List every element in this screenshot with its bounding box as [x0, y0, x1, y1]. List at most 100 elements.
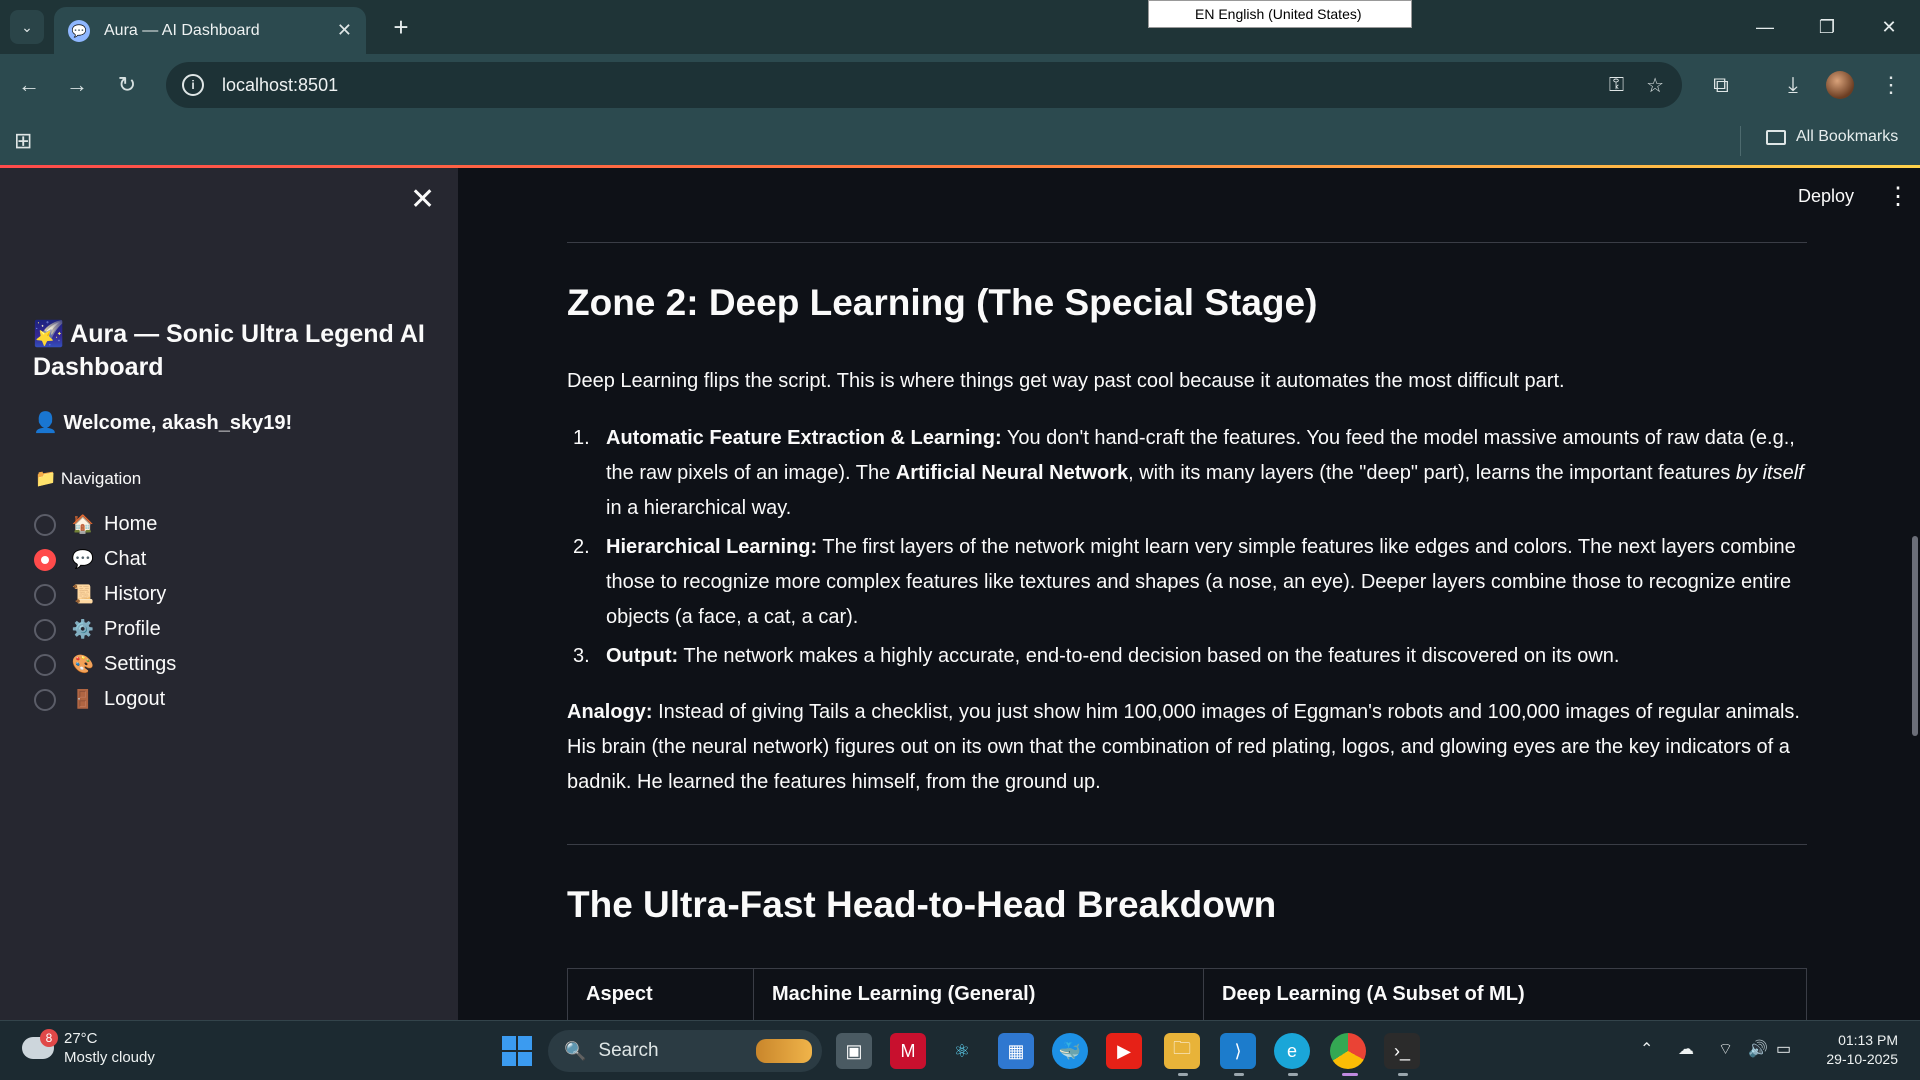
task-view-icon[interactable]: ▣ — [836, 1033, 872, 1069]
folder-icon — [1766, 129, 1786, 145]
show-hidden-icons-chevron-icon[interactable]: ⌃ — [1640, 1039, 1653, 1059]
volume-icon[interactable]: 🔊 — [1748, 1039, 1768, 1059]
analogy-text: Instead of giving Tails a checklist, you… — [567, 701, 1800, 793]
radio-button-selected[interactable] — [34, 548, 56, 571]
search-highlight-icon — [756, 1039, 812, 1063]
navigation-radio-group: 🏠 Home 💬 Chat 📜 History ⚙️ Profile 🎨 Set… — [34, 507, 176, 717]
all-bookmarks-button[interactable]: All Bookmarks — [1766, 128, 1898, 146]
table-header-cell: Machine Learning (General) — [753, 968, 1204, 1020]
password-key-icon[interactable]: ⚿ — [1609, 74, 1624, 97]
bookmark-star-icon[interactable]: ☆ — [1646, 73, 1664, 98]
list-item: 2. Hierarchical Learning: The first laye… — [567, 530, 1807, 635]
url-text[interactable]: localhost:8501 — [222, 75, 338, 96]
weather-widget[interactable]: 8 27°C Mostly cloudy — [22, 1029, 155, 1067]
apps-grid-icon[interactable]: ⊞ — [14, 128, 32, 154]
mcafee-icon[interactable]: M — [890, 1033, 926, 1069]
taskbar: 8 27°C Mostly cloudy 🔍 Search ▣ M ⚛ ▦ 🐳 … — [0, 1020, 1920, 1080]
welcome-message: 👤 Welcome, akash_sky19! — [33, 410, 292, 435]
tab-search-chevron-icon[interactable]: ⌄ — [10, 10, 44, 44]
running-indicator — [1234, 1073, 1244, 1076]
navigation-label: 📁 Navigation — [35, 469, 141, 489]
table-header-cell: Deep Learning (A Subset of ML) — [1203, 968, 1807, 1020]
reload-icon[interactable]: ↻ — [110, 68, 144, 102]
list-item-italic: by itself — [1735, 462, 1804, 484]
gear-icon: ⚙️ — [71, 619, 95, 639]
feature-list: 1. Automatic Feature Extraction & Learni… — [567, 421, 1807, 678]
nav-item-home[interactable]: 🏠 Home — [34, 507, 176, 542]
radio-button[interactable] — [34, 688, 56, 711]
main-content: Deploy ⋮ Zone 2: Deep Learning (The Spec… — [458, 168, 1920, 1020]
windows-start-icon[interactable] — [502, 1036, 532, 1066]
ime-language-indicator[interactable]: EN English (United States) — [1148, 0, 1412, 28]
new-tab-button[interactable]: + — [384, 10, 418, 44]
cloud-icon: 8 — [22, 1029, 58, 1059]
address-bar[interactable]: i localhost:8501 ⚿ ☆ — [166, 62, 1682, 108]
browser-menu-icon[interactable]: ⋮ — [1874, 68, 1908, 102]
download-icon[interactable]: ⤓ — [1776, 68, 1810, 102]
browser-tab-bar: ⌄ 💬 Aura — AI Dashboard ✕ + EN English (… — [0, 0, 1920, 54]
edge-icon[interactable]: e — [1274, 1033, 1310, 1069]
analogy-label: Analogy: — [567, 701, 653, 723]
palette-icon: 🎨 — [71, 654, 95, 674]
docker-icon[interactable]: 🐳 — [1052, 1033, 1088, 1069]
list-item-text: , with its many layers (the "deep" part)… — [1128, 462, 1736, 484]
nav-item-settings[interactable]: 🎨 Settings — [34, 647, 176, 682]
analogy-paragraph: Analogy: Instead of giving Tails a check… — [567, 695, 1807, 800]
radio-button[interactable] — [34, 513, 56, 536]
extensions-puzzle-icon[interactable]: ⧉ — [1704, 68, 1738, 102]
system-clock[interactable]: 01:13 PM 29-10-2025 — [1806, 1031, 1898, 1069]
nav-item-label: Home — [104, 513, 158, 535]
taskbar-search-label: Search — [598, 1040, 659, 1061]
active-indicator — [1342, 1073, 1358, 1076]
list-item-title: Hierarchical Learning: — [606, 536, 818, 558]
scroll-icon: 📜 — [71, 584, 95, 604]
welcome-text: Welcome, akash_sky19! — [63, 412, 293, 434]
react-atom-icon[interactable]: ⚛ — [944, 1033, 980, 1069]
all-bookmarks-label: All Bookmarks — [1796, 128, 1899, 145]
chrome-icon[interactable] — [1330, 1033, 1366, 1069]
breakdown-heading: The Ultra-Fast Head-to-Head Breakdown — [567, 884, 1277, 925]
deploy-button[interactable]: Deploy — [1798, 186, 1854, 207]
house-icon: 🏠 — [71, 514, 95, 534]
window-close-icon[interactable]: ✕ — [1858, 0, 1920, 54]
tab-close-icon[interactable]: ✕ — [337, 20, 352, 41]
radio-button[interactable] — [34, 618, 56, 641]
door-icon: 🚪 — [71, 689, 95, 709]
onedrive-cloud-icon[interactable]: ☁ — [1678, 1039, 1694, 1059]
forward-arrow-icon[interactable]: → — [60, 68, 94, 102]
radio-button[interactable] — [34, 653, 56, 676]
battery-icon[interactable]: ▭ — [1776, 1039, 1791, 1059]
radio-button[interactable] — [34, 583, 56, 606]
nav-item-label: Logout — [104, 688, 166, 710]
app-menu-icon[interactable]: ⋮ — [1886, 182, 1910, 211]
nav-item-chat[interactable]: 💬 Chat — [34, 542, 176, 577]
taskbar-search[interactable]: 🔍 Search — [548, 1030, 822, 1072]
wifi-icon[interactable]: ⌔ — [1718, 1039, 1733, 1059]
weather-condition: Mostly cloudy — [64, 1049, 155, 1066]
scrollbar-thumb[interactable] — [1912, 536, 1918, 736]
nav-item-label: History — [104, 583, 167, 605]
youtube-icon[interactable]: ▶ — [1106, 1033, 1142, 1069]
nav-item-history[interactable]: 📜 History — [34, 577, 176, 612]
browser-tab[interactable]: 💬 Aura — AI Dashboard ✕ — [54, 7, 366, 54]
running-indicator — [1178, 1073, 1188, 1076]
tab-title: Aura — AI Dashboard — [104, 21, 260, 39]
list-number: 3. — [573, 645, 590, 667]
minimize-icon[interactable]: — — [1734, 0, 1796, 54]
app-title: 🌠 Aura — Sonic Ultra Legend AI Dashboard — [33, 318, 433, 384]
restore-icon[interactable]: ❐ — [1796, 0, 1858, 54]
terminal-icon[interactable]: ›_ — [1384, 1033, 1420, 1069]
profile-avatar[interactable] — [1826, 71, 1854, 99]
sidebar-close-icon[interactable]: ✕ — [410, 182, 435, 217]
site-info-icon[interactable]: i — [182, 74, 204, 96]
microsoft-store-icon[interactable]: ▦ — [998, 1033, 1034, 1069]
list-item-title: Automatic Feature Extraction & Learning: — [606, 427, 1002, 449]
vscode-icon[interactable]: ⟩ — [1220, 1033, 1256, 1069]
nav-item-logout[interactable]: 🚪 Logout — [34, 682, 176, 717]
comparison-table: Aspect Machine Learning (General) Deep L… — [567, 968, 1807, 1020]
back-arrow-icon[interactable]: ← — [12, 68, 46, 102]
nav-item-profile[interactable]: ⚙️ Profile — [34, 612, 176, 647]
running-indicator — [1398, 1073, 1408, 1076]
running-indicator — [1288, 1073, 1298, 1076]
file-explorer-icon[interactable]: 🗀 — [1164, 1033, 1200, 1069]
